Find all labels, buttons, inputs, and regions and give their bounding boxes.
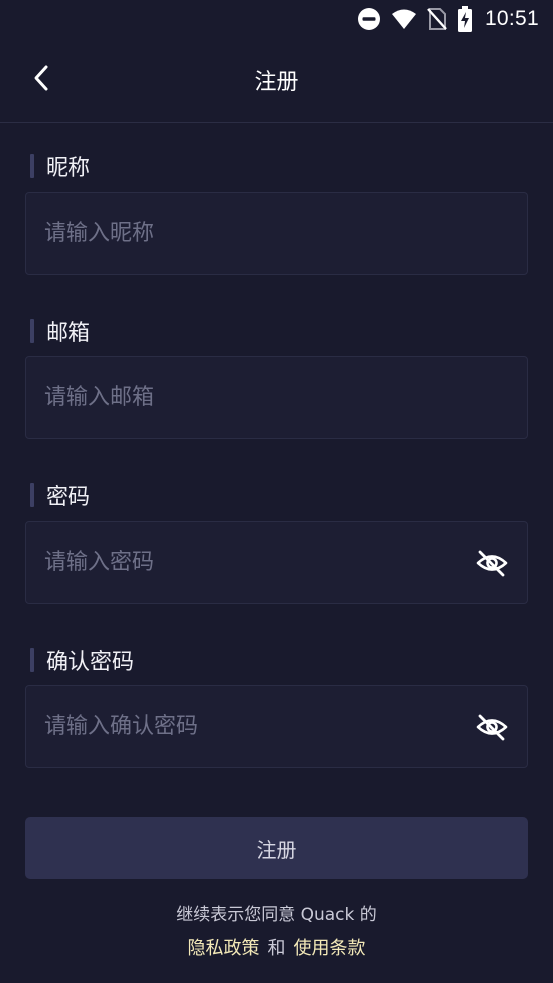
email-label-text: 邮箱 bbox=[46, 321, 91, 346]
confirm-password-visibility-toggle[interactable] bbox=[475, 710, 509, 744]
agreement-links: 隐私政策和使用条款 bbox=[0, 934, 553, 960]
do-not-disturb-icon bbox=[357, 7, 381, 31]
privacy-policy-link[interactable]: 隐私政策 bbox=[188, 938, 260, 959]
label-accent-bar bbox=[30, 154, 34, 178]
label-accent-bar bbox=[30, 648, 34, 672]
top-app-bar: 注册 bbox=[0, 38, 553, 123]
password-label: 密码 bbox=[30, 479, 90, 511]
confirm-password-label-text: 确认密码 bbox=[46, 650, 135, 675]
email-field[interactable] bbox=[25, 356, 528, 439]
eye-off-icon bbox=[476, 550, 508, 576]
wifi-icon bbox=[391, 8, 417, 30]
email-label: 邮箱 bbox=[30, 315, 90, 347]
register-screen: 10:51 注册 昵称 邮箱 密码 bbox=[0, 0, 553, 983]
status-bar: 10:51 bbox=[0, 0, 553, 38]
clock: 10:51 bbox=[484, 7, 539, 30]
password-visibility-toggle[interactable] bbox=[475, 546, 509, 580]
terms-of-use-link[interactable]: 使用条款 bbox=[294, 938, 366, 959]
nickname-input[interactable] bbox=[44, 221, 509, 246]
no-sim-icon bbox=[427, 7, 447, 31]
nickname-label: 昵称 bbox=[30, 150, 90, 182]
chevron-left-icon bbox=[34, 65, 48, 91]
password-field[interactable] bbox=[25, 521, 528, 604]
email-input[interactable] bbox=[44, 385, 509, 410]
agreement-conjunction: 和 bbox=[267, 938, 286, 959]
confirm-password-field[interactable] bbox=[25, 685, 528, 768]
page-title: 注册 bbox=[254, 70, 299, 95]
label-accent-bar bbox=[30, 319, 34, 343]
agreement-text: 继续表示您同意 Quack 的 bbox=[176, 905, 377, 925]
confirm-password-label: 确认密码 bbox=[30, 644, 134, 676]
confirm-password-input[interactable] bbox=[44, 714, 475, 739]
eye-off-icon bbox=[476, 714, 508, 740]
nickname-label-text: 昵称 bbox=[46, 156, 91, 181]
password-input[interactable] bbox=[44, 550, 475, 575]
label-accent-bar bbox=[30, 483, 34, 507]
nickname-field[interactable] bbox=[25, 192, 528, 275]
register-button[interactable]: 注册 bbox=[25, 817, 528, 879]
battery-charging-icon bbox=[457, 6, 473, 32]
back-button[interactable] bbox=[24, 60, 60, 96]
password-label-text: 密码 bbox=[46, 485, 91, 510]
